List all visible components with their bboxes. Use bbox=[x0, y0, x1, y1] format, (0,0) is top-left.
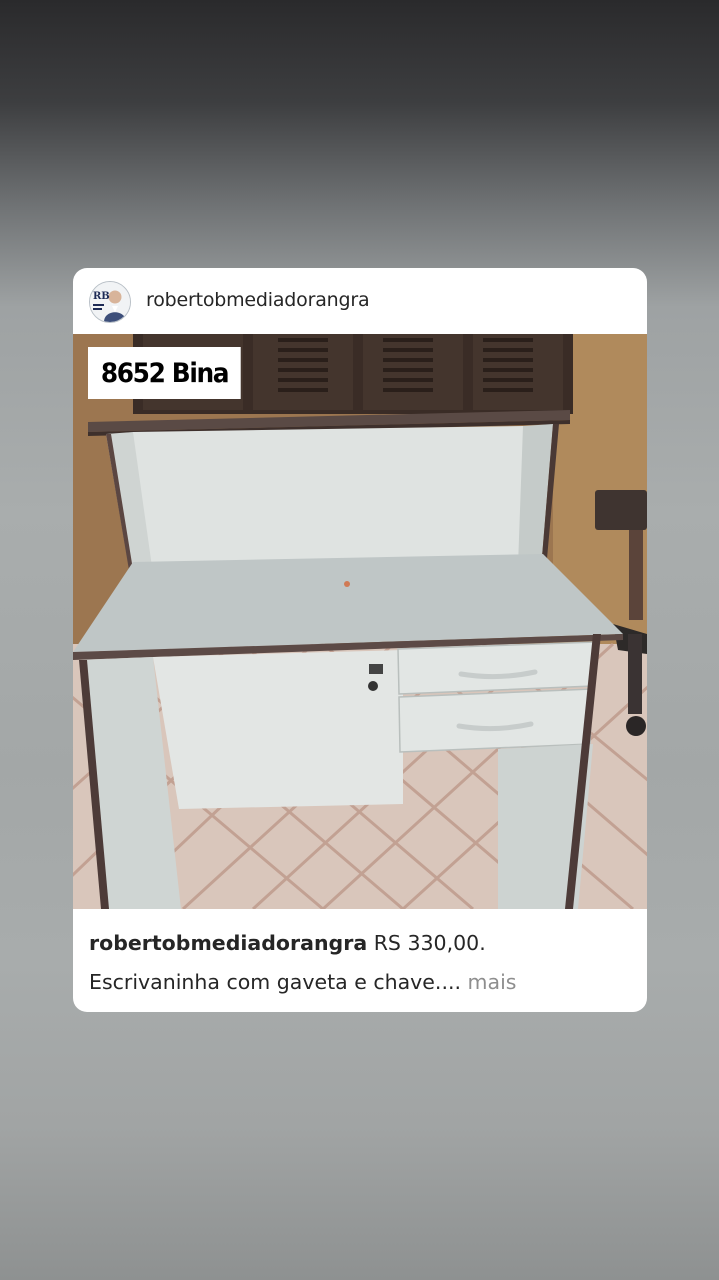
post-header: RB robertobmediadorangra bbox=[73, 268, 647, 334]
caption-price: RS 330,00. bbox=[373, 931, 486, 955]
more-link[interactable]: mais bbox=[468, 970, 517, 994]
image-label: 8652 Bina bbox=[88, 347, 242, 399]
profile-avatar[interactable]: RB bbox=[89, 281, 131, 323]
avatar-image: RB bbox=[90, 282, 130, 322]
post-username[interactable]: robertobmediadorangra bbox=[146, 289, 370, 311]
post-photo[interactable]: 8652 Bina bbox=[73, 334, 647, 909]
desk-photo bbox=[73, 334, 647, 909]
avatar-initials: RB bbox=[93, 291, 110, 302]
caption-username[interactable]: robertobmediadorangra bbox=[89, 931, 367, 955]
shared-post-card[interactable]: RB robertobmediadorangra 8652 Bina rober… bbox=[73, 268, 647, 1012]
caption-ellipsis: ... bbox=[441, 970, 461, 994]
post-caption: robertobmediadorangra RS 330,00. Escriva… bbox=[89, 924, 634, 1002]
caption-description: Escrivaninha com gaveta e chave. bbox=[89, 970, 442, 994]
